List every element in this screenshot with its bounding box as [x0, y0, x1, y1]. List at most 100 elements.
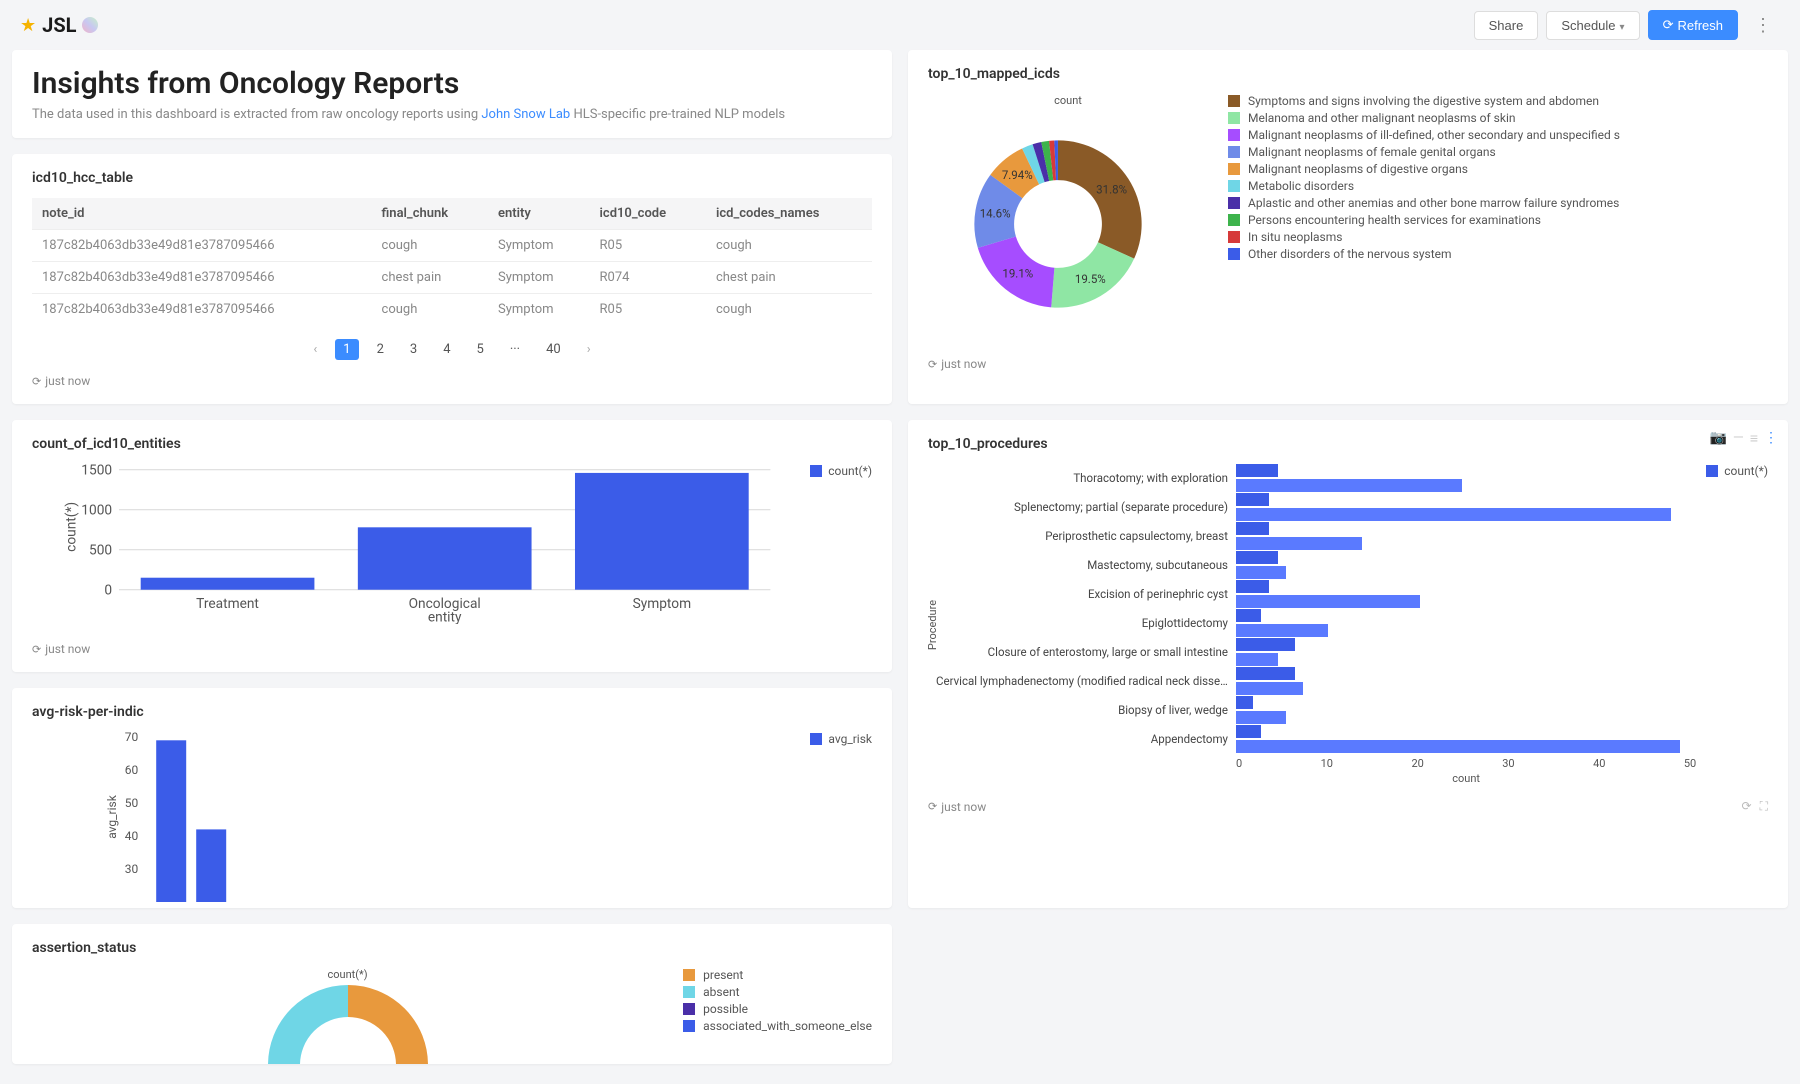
table-card: icd10_hcc_table note_idfinal_chunkentity… [12, 154, 892, 404]
timestamp: ⟳just now [928, 357, 1768, 371]
share-button[interactable]: Share [1474, 11, 1539, 40]
topbar-right: Share Schedule▾ ⟳Refresh ⋮ [1474, 10, 1780, 40]
legend-item[interactable]: In situ neoplasms [1228, 230, 1620, 244]
hbars: Thoracotomy; with explorationSplenectomy… [936, 464, 1696, 753]
svg-text:70: 70 [125, 732, 139, 744]
topbar-left: ★ JSL [20, 13, 98, 37]
table-cell: cough [372, 230, 488, 262]
legend-swatch [683, 1020, 695, 1032]
hbar-a [1236, 551, 1278, 564]
legend-label: Metabolic disorders [1248, 179, 1354, 193]
ts-label: just now [45, 374, 90, 388]
legend-item[interactable]: Metabolic disorders [1228, 179, 1620, 193]
app-name: JSL [42, 13, 76, 37]
col-entity[interactable]: entity [488, 198, 590, 230]
xtick: 30 [1502, 757, 1514, 770]
card-title: avg-risk-per-indic [32, 704, 872, 720]
hbar-wrap: Procedure Thoracotomy; with explorationS… [928, 464, 1768, 785]
hbar-bars [1236, 725, 1696, 753]
x-axis-label: count [1236, 772, 1696, 785]
legend-item[interactable]: Malignant neoplasms of digestive organs [1228, 162, 1620, 176]
legend-item[interactable]: absent [683, 985, 872, 999]
hbar-row: Epiglottidectomy [936, 609, 1696, 637]
svg-text:60: 60 [125, 763, 139, 777]
bars-icon[interactable]: ≡ [1750, 430, 1758, 447]
kebab-icon[interactable]: ⋮ [1764, 430, 1778, 447]
dash-icon[interactable]: — [1733, 430, 1744, 447]
table-cell: cough [706, 294, 872, 326]
globe-icon[interactable] [82, 17, 98, 33]
hbar-row: Excision of perinephric cyst [936, 580, 1696, 608]
pager-next[interactable]: › [579, 339, 599, 360]
legend-item[interactable]: associated_with_someone_else [683, 1019, 872, 1033]
card-title: top_10_procedures [928, 436, 1768, 452]
legend-item[interactable]: possible [683, 1002, 872, 1016]
hbar-bars [1236, 609, 1696, 637]
schedule-button[interactable]: Schedule▾ [1546, 11, 1639, 40]
hbar-row: Periprosthetic capsulectomy, breast [936, 522, 1696, 550]
legend-label: count(*) [1724, 464, 1768, 478]
donut-chart: count 31.8%19.5%19.1%14.6%7.94% [928, 94, 1208, 343]
table-row[interactable]: 187c82b4063db33e49d81e3787095466chest pa… [32, 262, 872, 294]
hbar-row: Biopsy of liver, wedge [936, 696, 1696, 724]
legend-item[interactable]: Symptoms and signs involving the digesti… [1228, 94, 1620, 108]
jsl-link[interactable]: John Snow Lab [481, 107, 570, 122]
svg-text:40: 40 [125, 829, 139, 843]
legend-swatch [1228, 112, 1240, 124]
risk-bar-svg: 3040506070avg_risk [32, 732, 800, 902]
pager-5[interactable]: 5 [469, 339, 492, 360]
hbar-label: Epiglottidectomy [936, 616, 1236, 630]
star-icon[interactable]: ★ [20, 15, 36, 36]
legend-label: Symptoms and signs involving the digesti… [1248, 94, 1599, 108]
legend-label: associated_with_someone_else [703, 1019, 872, 1033]
hbar-row: Closure of enterostomy, large or small i… [936, 638, 1696, 666]
legend-swatch [683, 969, 695, 981]
col-final_chunk[interactable]: final_chunk [372, 198, 488, 230]
legend-item[interactable]: present [683, 968, 872, 982]
pager-4[interactable]: 4 [435, 339, 458, 360]
hbar-a [1236, 493, 1269, 506]
bar-legend: count(*) [1706, 464, 1768, 478]
hbar-b [1236, 653, 1278, 666]
hbar-bars [1236, 551, 1696, 579]
hbar-a [1236, 464, 1278, 477]
legend-item[interactable]: Malignant neoplasms of female genital or… [1228, 145, 1620, 159]
bar-legend: count(*) [810, 464, 872, 478]
bar-area: 050010001500TreatmentOncologicalSymptome… [32, 464, 800, 628]
legend-item[interactable]: Melanoma and other malignant neoplasms o… [1228, 111, 1620, 125]
legend-item[interactable]: Aplastic and other anemias and other bon… [1228, 196, 1620, 210]
svg-text:50: 50 [125, 796, 139, 810]
legend-label: absent [703, 985, 739, 999]
refresh-icon[interactable]: ⟳ [1742, 799, 1752, 814]
assertion-svg [258, 985, 438, 1064]
pager-···[interactable]: ··· [502, 339, 528, 360]
legend-item[interactable]: Persons encountering health services for… [1228, 213, 1620, 227]
pager-prev[interactable]: ‹ [305, 339, 325, 360]
kebab-icon[interactable]: ⋮ [1746, 15, 1780, 36]
svg-text:31.8%: 31.8% [1096, 183, 1127, 197]
camera-icon[interactable]: 📷 [1709, 430, 1726, 447]
legend-item[interactable]: Malignant neoplasms of ill-defined, othe… [1228, 128, 1620, 142]
pager-40[interactable]: 40 [538, 339, 569, 360]
legend-swatch [1228, 197, 1240, 209]
topbar: ★ JSL Share Schedule▾ ⟳Refresh ⋮ [0, 0, 1800, 50]
refresh-button[interactable]: ⟳Refresh [1648, 10, 1738, 40]
legend-label: Aplastic and other anemias and other bon… [1248, 196, 1619, 210]
pager-2[interactable]: 2 [369, 339, 392, 360]
col-note_id[interactable]: note_id [32, 198, 372, 230]
legend-item[interactable]: Other disorders of the nervous system [1228, 247, 1620, 261]
ts-label: just now [941, 800, 986, 814]
hbar-bars [1236, 638, 1696, 666]
col-icd_codes_names[interactable]: icd_codes_names [706, 198, 872, 230]
expand-icon[interactable]: ⛶ [1760, 799, 1768, 814]
donut-card: top_10_mapped_icds count 31.8%19.5%19.1%… [908, 50, 1788, 404]
table-row[interactable]: 187c82b4063db33e49d81e3787095466coughSym… [32, 294, 872, 326]
col-icd10_code[interactable]: icd10_code [590, 198, 706, 230]
pager-1[interactable]: 1 [335, 339, 358, 360]
pager-3[interactable]: 3 [402, 339, 425, 360]
hbar-label: Splenectomy; partial (separate procedure… [936, 500, 1236, 514]
table-row[interactable]: 187c82b4063db33e49d81e3787095466coughSym… [32, 230, 872, 262]
table-cell: Symptom [488, 230, 590, 262]
refresh-icon: ⟳ [1663, 17, 1674, 33]
svg-text:19.1%: 19.1% [1002, 267, 1033, 281]
